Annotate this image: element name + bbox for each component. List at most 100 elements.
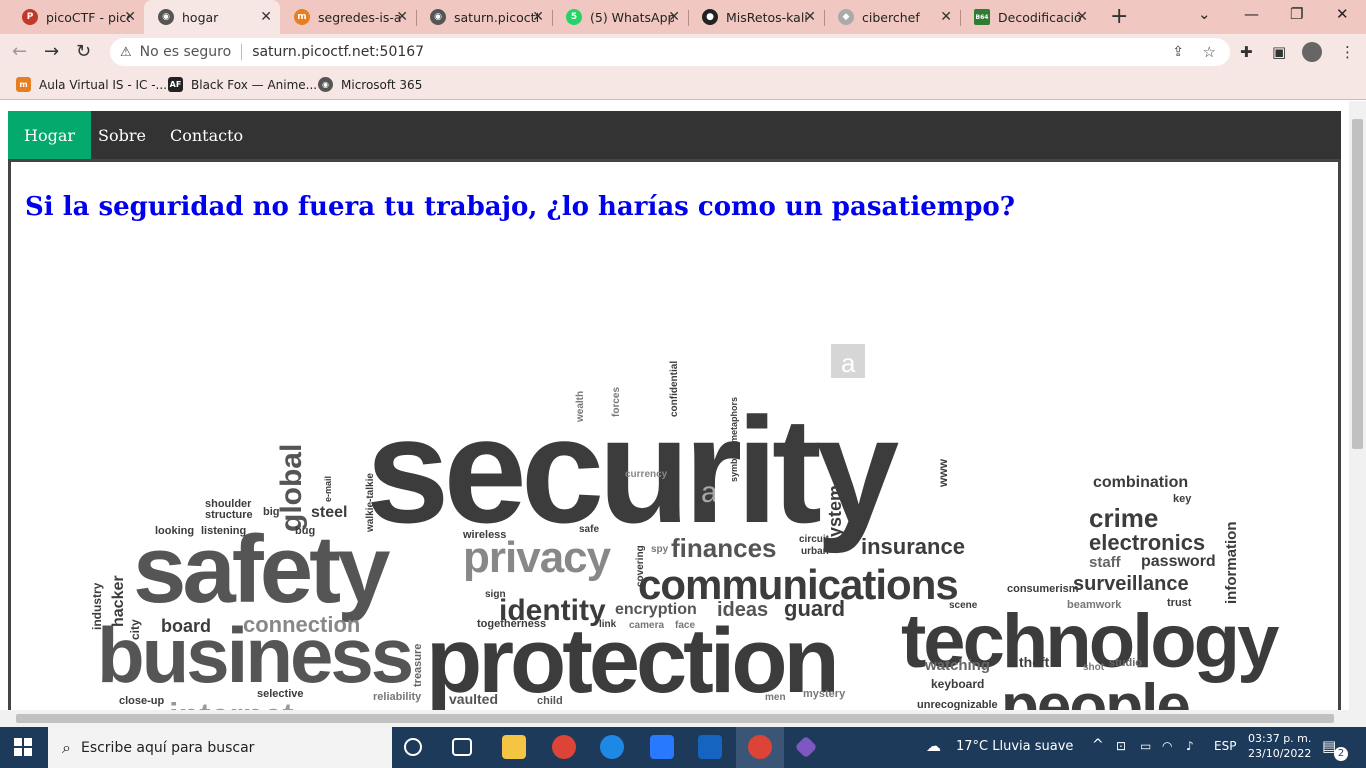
volume-icon[interactable]: ♪ [1186, 739, 1194, 753]
obsidian-icon[interactable] [794, 735, 818, 759]
svg-text:a: a [701, 476, 718, 509]
cloud-word: circuit [799, 534, 830, 545]
avatar[interactable] [1302, 42, 1322, 62]
tab-picoctf[interactable]: P picoCTF - picoGym ✕ [8, 0, 144, 34]
cloud-icon[interactable]: ☁ [926, 737, 941, 755]
cloud-word: theft [1019, 654, 1050, 670]
minimize-button[interactable]: — [1244, 5, 1259, 23]
close-window-button[interactable]: ✕ [1336, 5, 1349, 23]
close-icon[interactable]: ✕ [940, 9, 952, 25]
cloud-word: big [263, 506, 280, 518]
nav-contacto[interactable]: Contacto [154, 111, 259, 159]
picoctf-icon: P [22, 9, 38, 25]
cloud-word: www [936, 458, 950, 488]
bookmark-black-fox[interactable]: AF Black Fox — Anime... [168, 77, 317, 92]
chrome-icon[interactable] [552, 735, 576, 759]
tab-hogar[interactable]: ◉ hogar ✕ [144, 0, 280, 34]
cloud-word: surveillance [1073, 573, 1189, 595]
close-icon[interactable]: ✕ [124, 9, 136, 25]
bookmark-label: Aula Virtual IS - IC -... [39, 77, 167, 92]
cloud-word: hacker [110, 575, 127, 627]
cloud-word: link [599, 619, 617, 630]
tab-title: (5) WhatsApp [590, 9, 674, 25]
close-icon[interactable]: ✕ [396, 9, 408, 25]
moodle-icon: m [294, 9, 310, 25]
forward-button[interactable]: → [44, 41, 59, 62]
cloud-word: safe [579, 524, 599, 535]
maximize-button[interactable]: ❐ [1290, 5, 1303, 23]
cloud-word: crime [1089, 503, 1158, 533]
cloud-word: forces [611, 387, 622, 417]
chevron-up-icon[interactable]: ^ [1092, 737, 1104, 753]
nav-hogar[interactable]: Hogar [8, 111, 92, 159]
back-button[interactable]: ← [12, 41, 27, 62]
cloud-word: steel [311, 504, 347, 521]
security-word-cloud-image: security safety business protection tech… [90, 242, 1318, 722]
taskbar-search-box[interactable]: ⌕ Escribe aquí para buscar [48, 727, 392, 768]
edge-icon[interactable] [600, 735, 624, 759]
tab-strip: P picoCTF - picoGym ✕ ◉ hogar ✕ m segred… [0, 0, 1366, 34]
weather-text[interactable]: 17°C Lluvia suave [956, 739, 1073, 754]
share-icon[interactable]: ⇪ [1172, 44, 1184, 60]
wifi-icon[interactable]: ◠ [1162, 739, 1172, 753]
tab-whatsapp[interactable]: 5 (5) WhatsApp ✕ [552, 0, 688, 34]
cloud-word: structure [205, 509, 253, 521]
tab-ciberchef[interactable]: ◆ ciberchef ✕ [824, 0, 960, 34]
mail-icon[interactable] [698, 735, 722, 759]
tab-title: Decodificación [998, 9, 1082, 25]
svg-text:a: a [841, 348, 856, 378]
tab-title: ciberchef [862, 9, 920, 25]
security-status[interactable]: No es seguro [140, 44, 232, 60]
url-text[interactable]: saturn.picoctf.net:50167 [252, 44, 424, 60]
tab-decodificacion[interactable]: B64 Decodificación ✕ [960, 0, 1096, 34]
reload-button[interactable]: ↻ [76, 41, 91, 62]
chef-icon: ◆ [838, 9, 854, 25]
address-bar[interactable]: ⚠ No es seguro saturn.picoctf.net:50167 … [110, 38, 1230, 66]
bookmark-aula-virtual[interactable]: m Aula Virtual IS - IC -... [16, 77, 167, 92]
vertical-scrollbar[interactable] [1349, 101, 1366, 727]
extensions-icon[interactable]: ✚ [1240, 43, 1253, 61]
store-icon[interactable] [650, 735, 674, 759]
bookmark-label: Black Fox — Anime... [191, 77, 318, 92]
cloud-word: sign [485, 589, 506, 600]
task-view-icon[interactable] [452, 738, 472, 756]
globe-icon: ◉ [158, 9, 174, 25]
chrome-active-app[interactable] [736, 727, 784, 768]
side-panel-icon[interactable]: ▣ [1272, 43, 1286, 61]
close-icon[interactable]: ✕ [532, 9, 544, 25]
battery-icon[interactable]: ▭ [1140, 739, 1151, 753]
close-icon[interactable]: ✕ [668, 9, 680, 25]
clock[interactable]: 03:37 p. m. 23/10/2022 [1248, 731, 1311, 761]
cloud-word: key [1173, 493, 1192, 505]
close-icon[interactable]: ✕ [260, 9, 272, 25]
tab-saturn[interactable]: ◉ saturn.picoctf ✕ [416, 0, 552, 34]
page-heading: Si la seguridad no fuera tu trabajo, ¿lo… [25, 192, 1016, 222]
bookmark-microsoft-365[interactable]: ◉ Microsoft 365 [318, 77, 422, 92]
page-viewport: Hogar Sobre Contacto Si la seguridad no … [0, 101, 1366, 727]
cloud-word: staff [1089, 554, 1122, 571]
close-icon[interactable]: ✕ [1076, 9, 1088, 25]
animeflv-icon: AF [168, 77, 183, 92]
close-icon[interactable]: ✕ [804, 9, 816, 25]
cortana-icon[interactable] [404, 738, 422, 756]
globe-icon: ◉ [430, 9, 446, 25]
bookmark-star-icon[interactable]: ☆ [1203, 43, 1216, 61]
windows-start-icon[interactable] [14, 738, 32, 756]
cloud-word: electronics [1089, 530, 1205, 555]
cloud-word: ideas [717, 599, 768, 621]
cloud-word: child [537, 695, 563, 707]
tab-misretos[interactable]: ● MisRetos-kali ✕ [688, 0, 824, 34]
nav-sobre[interactable]: Sobre [82, 111, 162, 159]
cloud-word: wealth [575, 391, 586, 423]
new-tab-button[interactable]: + [1110, 4, 1128, 29]
file-explorer-icon[interactable] [502, 735, 526, 759]
menu-icon[interactable]: ⋮ [1340, 43, 1355, 61]
network-icon[interactable]: ⊡ [1116, 739, 1126, 753]
cloud-word: shot [1083, 662, 1105, 673]
horizontal-scrollbar[interactable] [0, 710, 1349, 727]
tab-segredes[interactable]: m segredes-is-a ✕ [280, 0, 416, 34]
cloud-word: men [765, 692, 786, 703]
warning-icon[interactable]: ⚠ [120, 45, 132, 60]
language-indicator[interactable]: ESP [1214, 739, 1236, 753]
tab-search-chevron-icon[interactable]: ⌄ [1198, 5, 1211, 23]
